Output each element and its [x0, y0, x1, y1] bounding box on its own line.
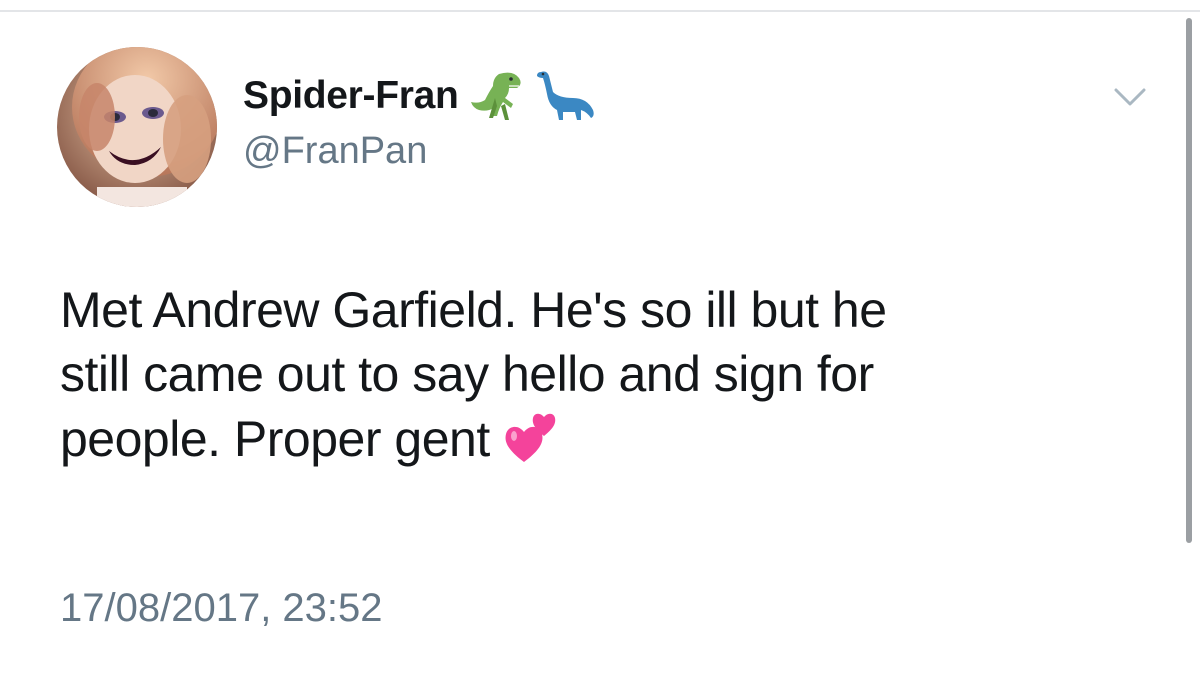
handle[interactable]: @FranPan — [243, 130, 427, 173]
avatar-image — [57, 47, 217, 207]
tweet-text-line-last: people. Proper gent — [60, 406, 1140, 481]
tweet-text-line: people. Proper gent — [60, 411, 490, 467]
t-rex-icon — [470, 72, 521, 120]
timestamp[interactable]: 17/08/2017, 23:52 — [60, 586, 383, 631]
chevron-down-icon[interactable] — [1110, 80, 1150, 114]
name-emoji-group — [469, 68, 597, 124]
tweet-text-line: Met Andrew Garfield. He's so ill but he — [60, 282, 887, 338]
top-divider — [0, 10, 1200, 12]
two-hearts-icon — [502, 406, 562, 481]
avatar[interactable] — [57, 47, 217, 207]
tweet-card: Spider-Fran @FranPan Met Andrew Garfield… — [0, 0, 1200, 673]
sauropod-icon — [536, 71, 594, 120]
tweet-text: Met Andrew Garfield. He's so ill but he … — [60, 278, 1140, 481]
display-name[interactable]: Spider-Fran — [243, 74, 459, 118]
scrollbar[interactable] — [1186, 18, 1192, 543]
tweet-text-line: still came out to say hello and sign for — [60, 346, 874, 402]
author-row: Spider-Fran — [243, 68, 597, 124]
